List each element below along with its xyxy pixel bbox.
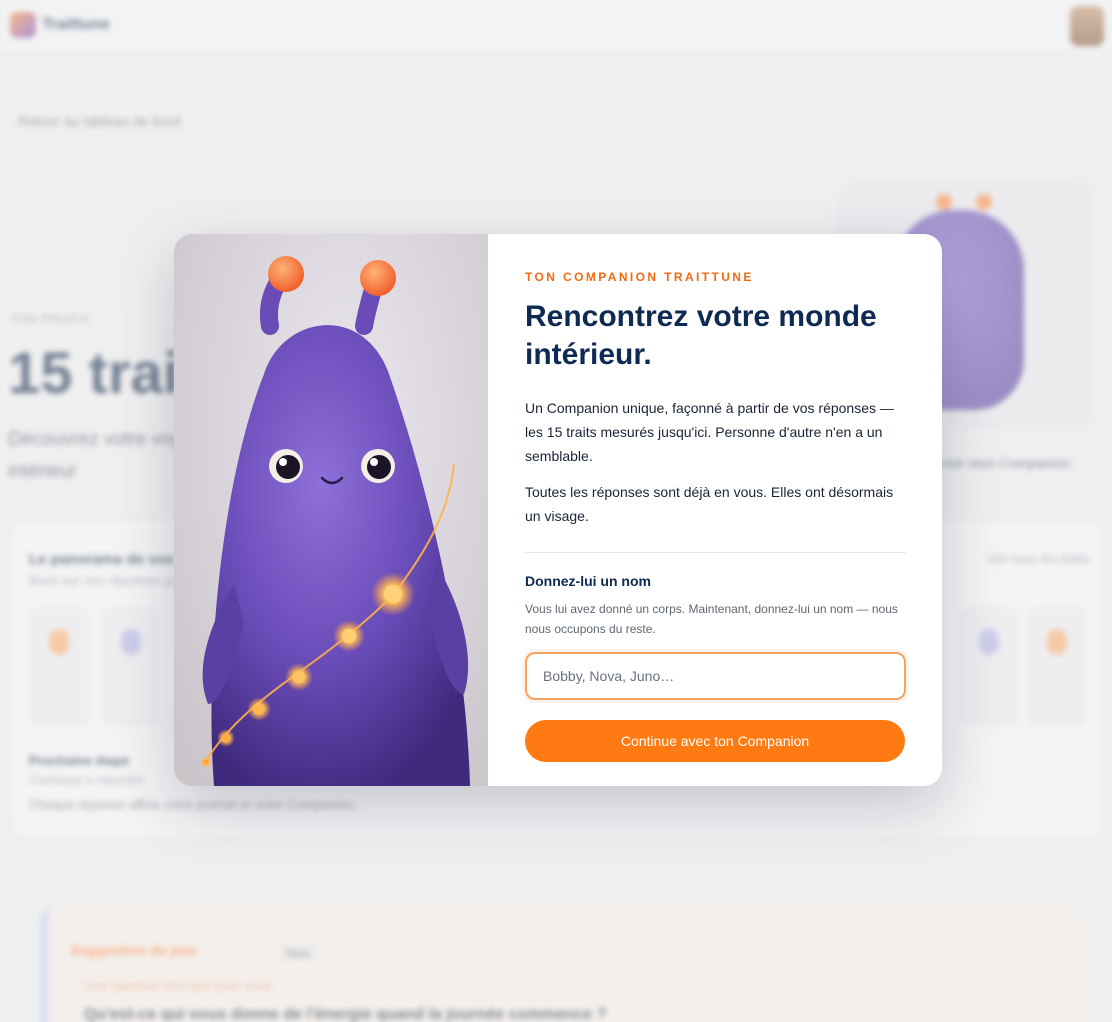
name-field-label: Donnez-lui un nom bbox=[525, 573, 651, 589]
divider bbox=[525, 552, 906, 553]
companion-art bbox=[174, 234, 488, 786]
companion-name-input[interactable] bbox=[525, 652, 906, 700]
modal-content: TON COMPANION TRAITTUNE Rencontrez votre… bbox=[488, 234, 942, 786]
modal-paragraph-2: Toutes les réponses sont déjà en vous. E… bbox=[525, 484, 894, 524]
modal-title: Rencontrez votre monde intérieur. bbox=[525, 300, 877, 371]
modal-paragraph-1: Un Companion unique, façonné à partir de… bbox=[525, 400, 894, 464]
purple-companion-creature-icon bbox=[200, 256, 470, 786]
continue-button[interactable]: Continue avec ton Companion bbox=[525, 720, 905, 762]
modal-eyebrow: TON COMPANION TRAITTUNE bbox=[525, 270, 754, 284]
companion-modal: TON COMPANION TRAITTUNE Rencontrez votre… bbox=[174, 234, 942, 786]
name-field-help: Vous lui avez donné un corps. Maintenant… bbox=[525, 602, 898, 636]
